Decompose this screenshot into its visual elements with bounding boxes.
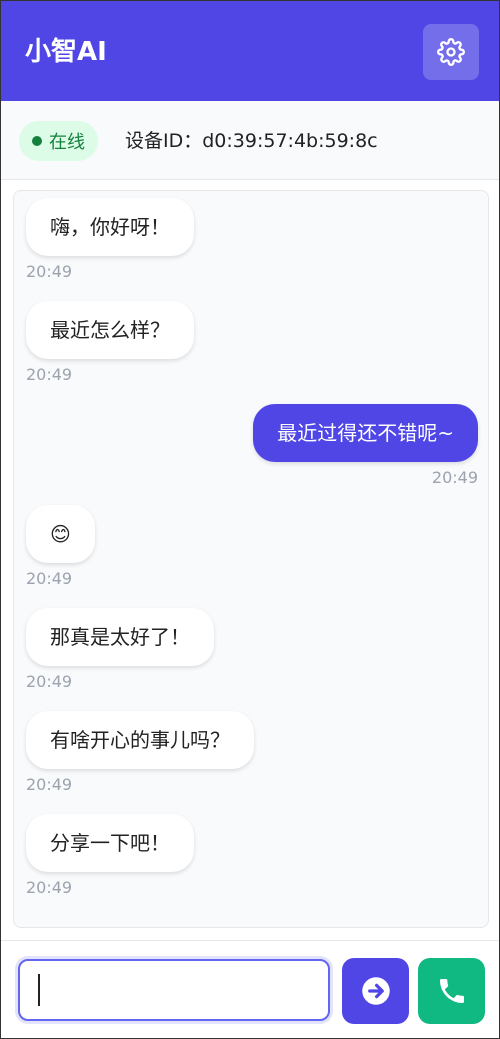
input-area xyxy=(1,940,499,1038)
call-button[interactable] xyxy=(418,958,485,1024)
device-id-label: 设备ID：d0:39:57:4b:59:8c xyxy=(125,130,378,152)
message-ai: 那真是太好了！ 20:49 xyxy=(26,608,214,692)
message-bubble: 😊 xyxy=(26,505,95,563)
message-ai: 嗨，你好呀！ 20:49 xyxy=(26,198,194,282)
message-ai: 分享一下吧！ 20:49 xyxy=(26,814,194,898)
app-title: 小智AI xyxy=(25,37,107,67)
message-input[interactable] xyxy=(18,959,330,1021)
message-bubble: 有啥开心的事儿吗？ xyxy=(26,711,254,769)
online-label: 在线 xyxy=(49,132,85,153)
app-window: 小智AI 在线 设备ID：d0:39:57:4b:59:8c 嗨，你好呀！ 20… xyxy=(0,0,500,1039)
message-bubble: 最近怎么样？ xyxy=(26,301,194,359)
chat-messages[interactable]: 嗨，你好呀！ 20:49 最近怎么样？ 20:49 最近过得还不错呢~ 20:4… xyxy=(13,190,489,928)
message-ai: 最近怎么样？ 20:49 xyxy=(26,301,194,385)
online-status-badge: 在线 xyxy=(19,121,98,161)
message-time: 20:49 xyxy=(26,775,73,794)
message-time: 20:49 xyxy=(431,468,478,487)
send-button[interactable] xyxy=(342,958,409,1024)
message-bubble: 那真是太好了！ xyxy=(26,608,214,666)
header-bar: 小智AI xyxy=(1,1,499,101)
text-cursor xyxy=(38,974,40,1006)
phone-icon xyxy=(439,979,464,1003)
message-bubble: 分享一下吧！ xyxy=(26,814,194,872)
message-time: 20:49 xyxy=(26,672,73,691)
message-time: 20:49 xyxy=(26,878,73,897)
settings-button[interactable] xyxy=(423,24,479,80)
gear-icon xyxy=(437,38,465,66)
status-bar: 在线 设备ID：d0:39:57:4b:59:8c xyxy=(1,101,499,180)
message-time: 20:49 xyxy=(26,569,73,588)
message-bubble: 嗨，你好呀！ xyxy=(26,198,194,256)
message-ai: 😊 20:49 xyxy=(26,505,95,589)
message-user: 最近过得还不错呢~ 20:49 xyxy=(253,404,478,488)
message-time: 20:49 xyxy=(26,262,73,281)
message-time: 20:49 xyxy=(26,365,73,384)
status-dot-icon xyxy=(32,136,42,146)
message-ai: 有啥开心的事儿吗？ 20:49 xyxy=(26,711,254,795)
arrow-right-circle-icon xyxy=(361,977,390,1005)
message-bubble: 最近过得还不错呢~ xyxy=(253,404,478,462)
